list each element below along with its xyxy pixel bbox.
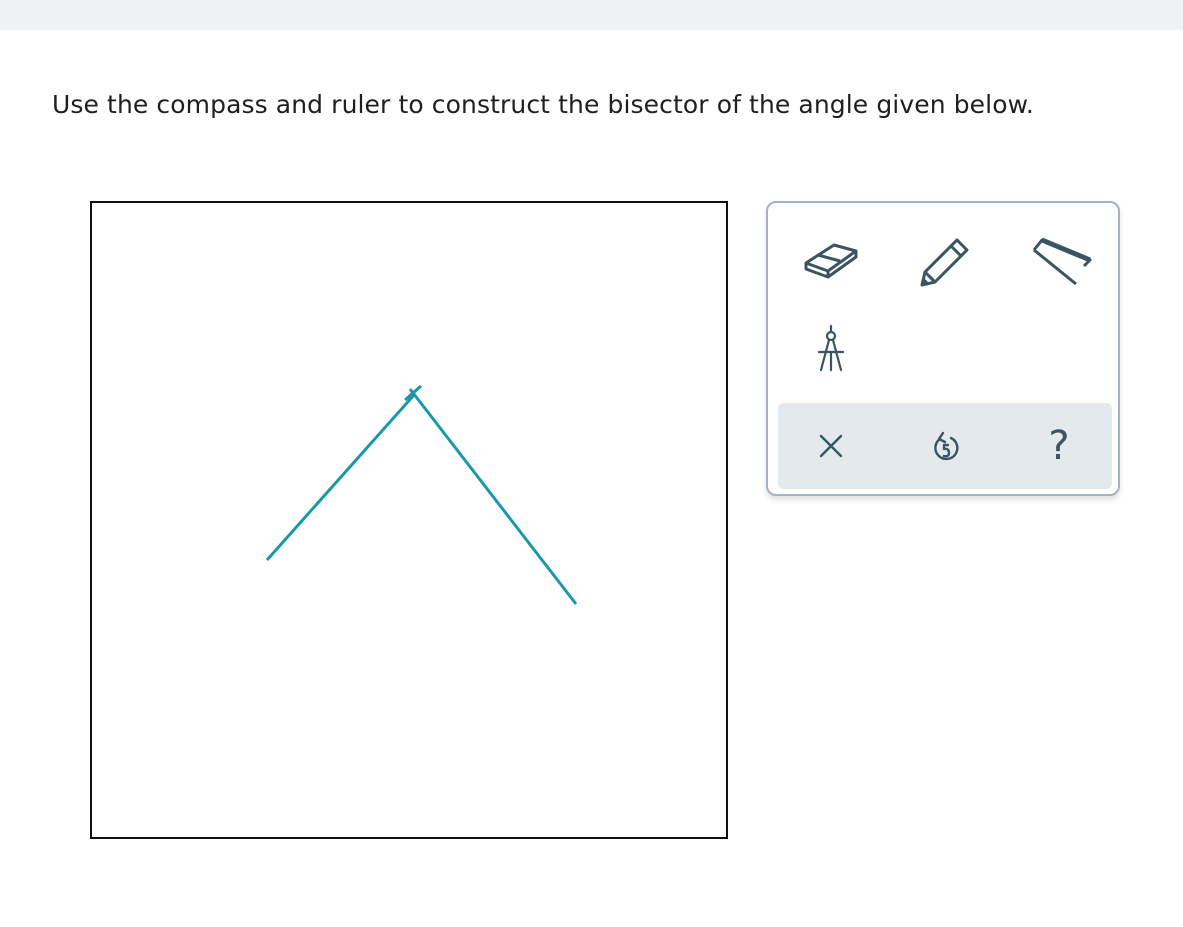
help-icon: ?: [1048, 423, 1070, 469]
ruler-tool-button[interactable]: [1022, 223, 1092, 293]
angle-ray-right: [408, 388, 578, 605]
help-button[interactable]: ?: [1024, 411, 1094, 481]
angle-figure: [265, 384, 578, 605]
construction-toolbox: ?: [766, 201, 1120, 496]
pencil-icon: [920, 238, 969, 287]
question-prompt: Use the compass and ruler to construct t…: [52, 90, 1034, 119]
undo-button[interactable]: [910, 411, 980, 481]
angle-ray-left: [265, 394, 416, 561]
top-bar: [0, 0, 1183, 30]
compass-tool-button[interactable]: [796, 315, 866, 385]
action-bar: ?: [778, 403, 1112, 489]
undo-icon: [934, 431, 959, 461]
pencil-tool-button[interactable]: [910, 223, 980, 293]
clear-button[interactable]: [796, 411, 866, 481]
ruler-icon: [1032, 237, 1092, 286]
close-icon: [819, 434, 843, 458]
eraser-tool-button[interactable]: [796, 223, 866, 293]
eraser-icon: [804, 243, 858, 279]
drawing-canvas[interactable]: [90, 201, 728, 839]
compass-icon: [817, 324, 845, 372]
